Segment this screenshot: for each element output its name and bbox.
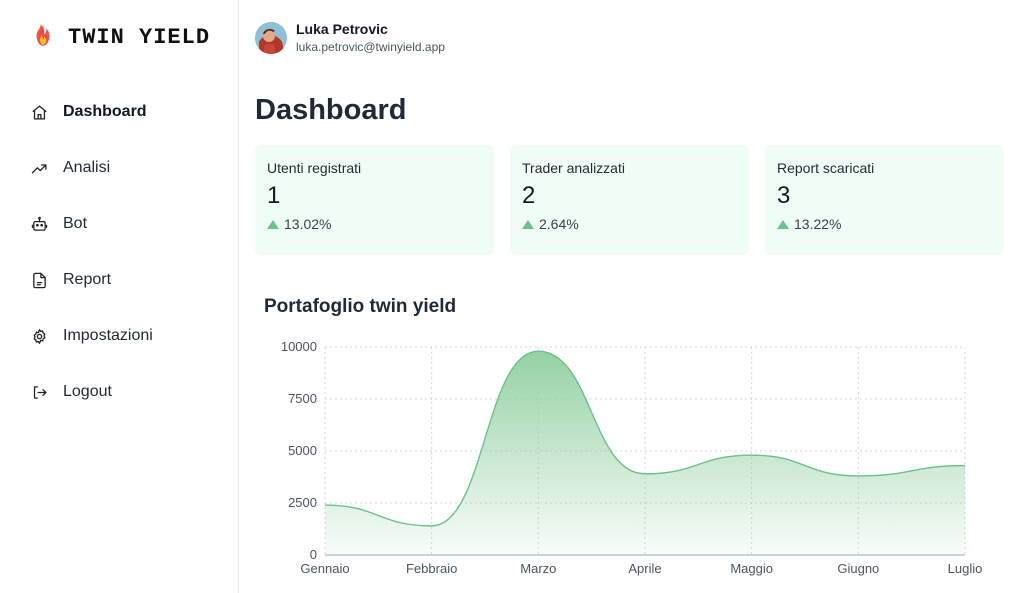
trend-up-icon bbox=[267, 219, 279, 229]
stat-card-title: Utenti registrati bbox=[267, 160, 362, 176]
stat-card-title: Trader analizzati bbox=[522, 160, 625, 176]
user-email: luka.petrovic@twinyield.app bbox=[296, 40, 445, 54]
x-tick-label: Marzo bbox=[520, 561, 556, 576]
bot-icon bbox=[30, 215, 48, 233]
gear-icon bbox=[30, 327, 48, 345]
stats-cards: Utenti registrati 1 13.02% Trader analiz… bbox=[255, 145, 1004, 255]
x-tick-label: Febbraio bbox=[406, 561, 457, 576]
file-icon bbox=[30, 271, 48, 289]
nav-label-analisi: Analisi bbox=[63, 159, 111, 176]
nav-item-bot[interactable]: Bot bbox=[0, 196, 238, 252]
y-tick-label: 0 bbox=[310, 547, 317, 562]
nav-item-impostazioni[interactable]: Impostazioni bbox=[0, 308, 238, 364]
stat-card-trend: 13.02% bbox=[267, 216, 482, 232]
user-name: Luka Petrovic bbox=[296, 21, 388, 37]
stat-card-trend: 2.64% bbox=[522, 216, 737, 232]
stat-card-report: Report scaricati 3 13.22% bbox=[765, 145, 1004, 255]
stat-card-change: 13.02% bbox=[284, 216, 332, 232]
stat-card-value: 1 bbox=[267, 182, 281, 209]
nav-label-bot: Bot bbox=[63, 215, 88, 232]
x-tick-label: Giugno bbox=[837, 561, 879, 576]
stat-card-value: 3 bbox=[777, 182, 791, 209]
nav-item-analisi[interactable]: Analisi bbox=[0, 140, 238, 196]
trending-up-icon bbox=[30, 159, 48, 177]
y-tick-label: 10000 bbox=[281, 339, 317, 354]
y-tick-label: 7500 bbox=[288, 391, 317, 406]
x-tick-label: Aprile bbox=[628, 561, 661, 576]
main-nav: Dashboard Analisi Bot Report Impostazion… bbox=[0, 84, 238, 420]
nav-label-report: Report bbox=[63, 271, 112, 288]
nav-label-dashboard: Dashboard bbox=[63, 103, 147, 120]
y-tick-label: 2500 bbox=[288, 495, 317, 510]
user-profile[interactable]: Luka Petrovic luka.petrovic@twinyield.ap… bbox=[255, 20, 445, 56]
home-icon bbox=[30, 103, 48, 121]
stat-card-value: 2 bbox=[522, 182, 536, 209]
stat-card-change: 2.64% bbox=[539, 216, 579, 232]
logout-icon bbox=[30, 383, 48, 401]
stat-card-trader: Trader analizzati 2 2.64% bbox=[510, 145, 749, 255]
avatar[interactable] bbox=[255, 22, 287, 54]
page-title: Dashboard bbox=[255, 94, 407, 126]
x-tick-label: Gennaio bbox=[300, 561, 349, 576]
y-tick-label: 5000 bbox=[288, 443, 317, 458]
flame-icon bbox=[30, 22, 56, 53]
x-tick-label: Maggio bbox=[730, 561, 773, 576]
nav-item-dashboard[interactable]: Dashboard bbox=[0, 84, 238, 140]
nav-item-report[interactable]: Report bbox=[0, 252, 238, 308]
trend-up-icon bbox=[777, 219, 789, 229]
trend-up-icon bbox=[522, 219, 534, 229]
x-tick-label: Luglio bbox=[948, 561, 983, 576]
brand-name: TWIN YIELD bbox=[68, 25, 211, 50]
nav-label-logout: Logout bbox=[63, 383, 112, 400]
chart-title: Portafoglio twin yield bbox=[264, 296, 457, 317]
brand[interactable]: TWIN YIELD bbox=[30, 22, 210, 53]
nav-label-impostazioni: Impostazioni bbox=[63, 327, 153, 344]
portfolio-area-chart: 0 2500 5000 7500 10000 Gennaio Febbraio Marzo Ap… bbox=[281, 339, 983, 576]
stat-card-title: Report scaricati bbox=[777, 160, 875, 176]
stat-card-trend: 13.22% bbox=[777, 216, 992, 232]
sidebar: TWIN YIELD Dashboard Analisi Bot Report bbox=[0, 0, 239, 593]
stat-card-change: 13.22% bbox=[794, 216, 842, 232]
stat-card-utenti: Utenti registrati 1 13.02% bbox=[255, 145, 494, 255]
nav-item-logout[interactable]: Logout bbox=[0, 364, 238, 420]
